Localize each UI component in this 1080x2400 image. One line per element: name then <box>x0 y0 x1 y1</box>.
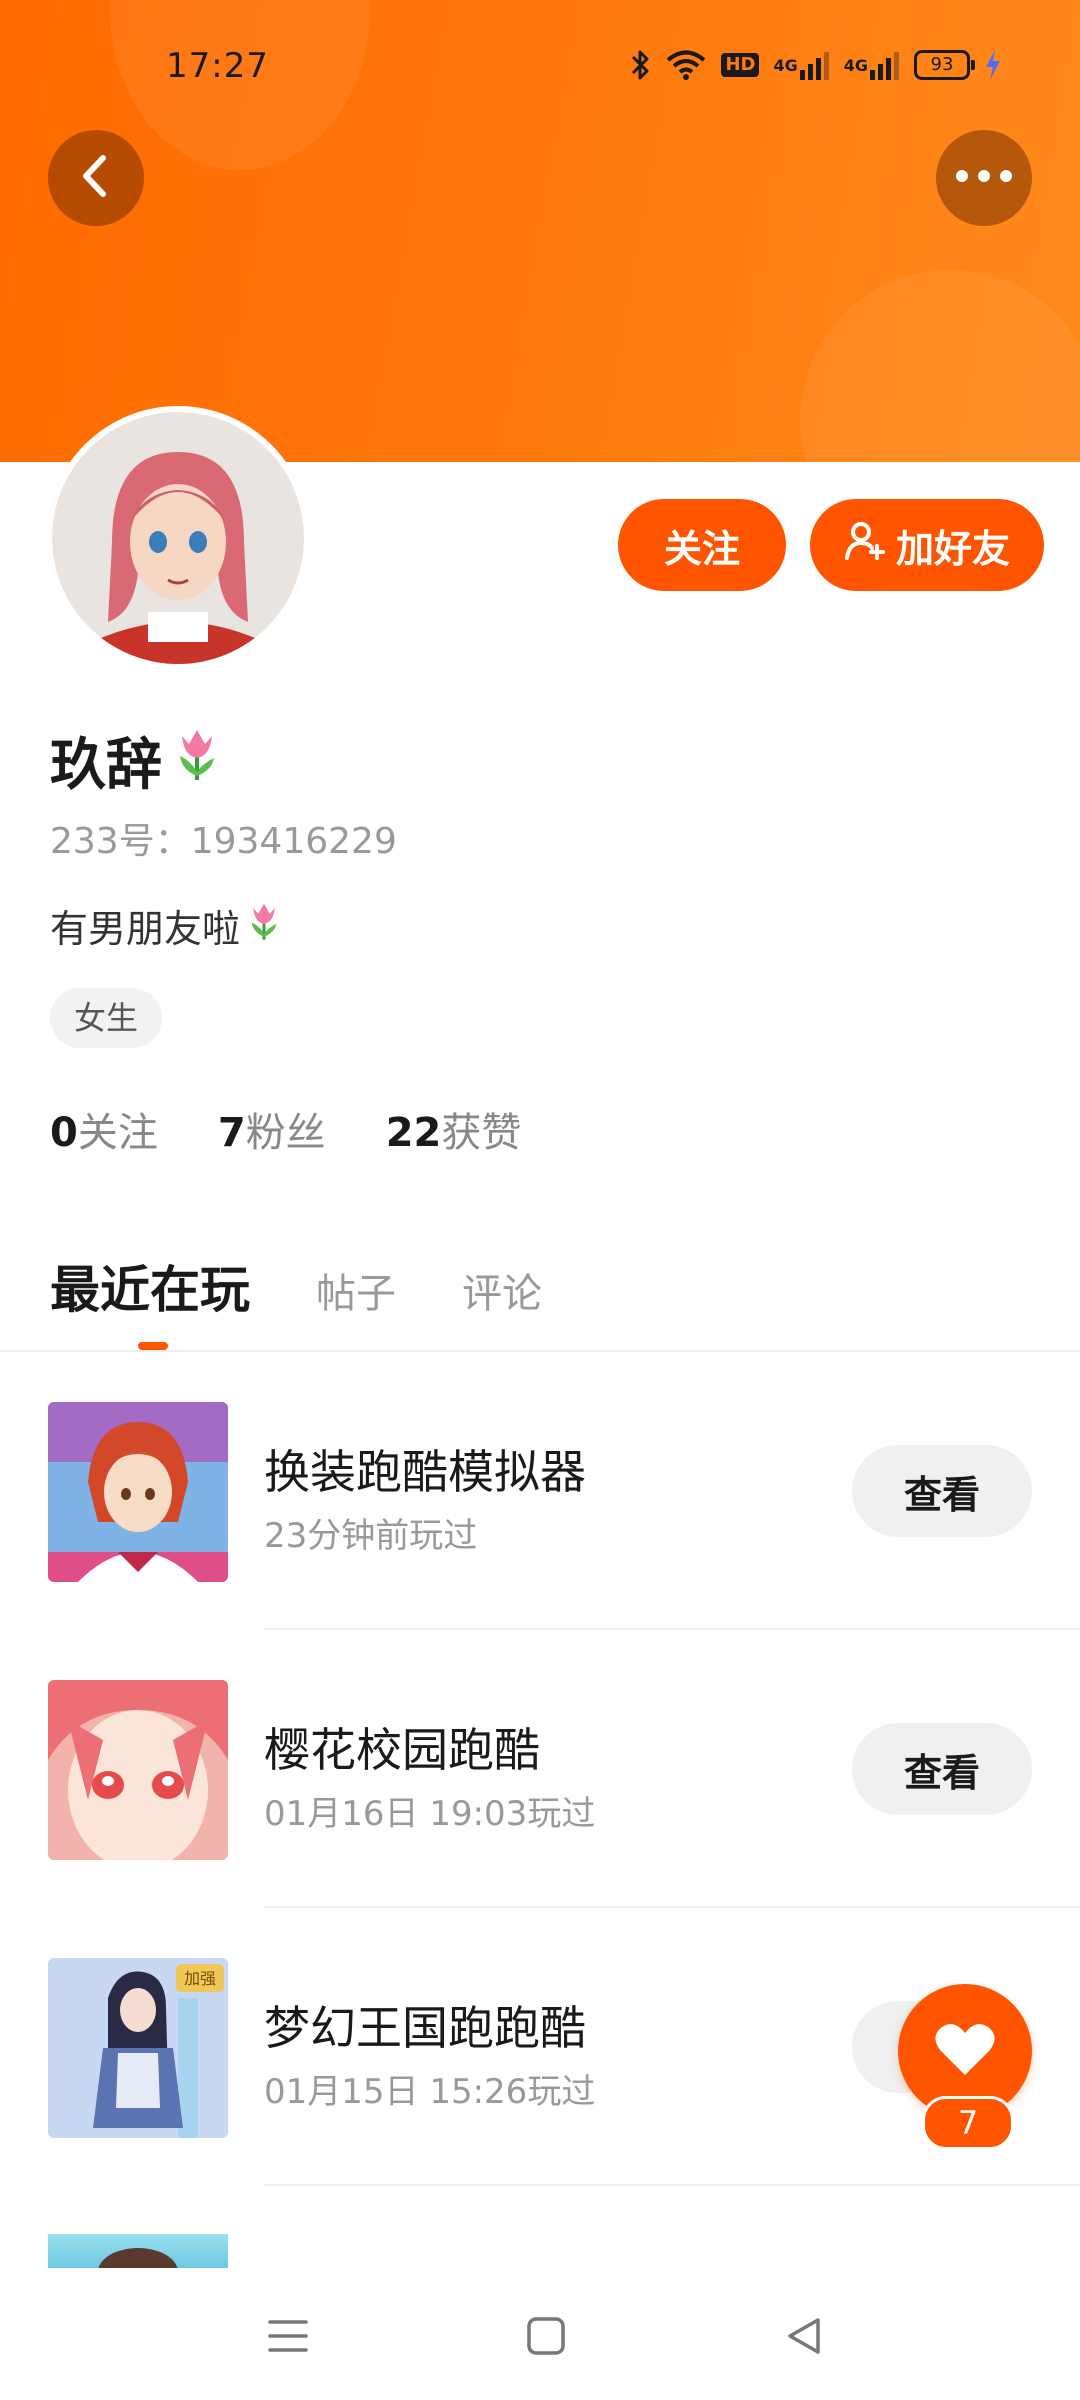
stat-fans-count: 7 <box>217 1110 246 1156</box>
status-icons: HD 4G 4G 93 <box>629 48 1002 82</box>
game-thumbnail <box>48 1402 228 1582</box>
status-time: 17:27 <box>166 46 269 86</box>
add-user-icon <box>844 520 886 571</box>
charging-icon <box>984 49 1002 81</box>
game-thumbnail <box>48 1680 228 1860</box>
stat-fans-label: 粉丝 <box>245 1110 326 1156</box>
signal-sim1-icon: 4G <box>773 50 829 80</box>
stat-following-label: 关注 <box>77 1110 158 1156</box>
game-thumbnail: 加强 <box>48 1958 228 2138</box>
signal-sim2-icon: 4G <box>844 50 900 80</box>
username: 玖辞 <box>50 720 222 801</box>
bio: 有男朋友啦 <box>50 898 282 953</box>
chevron-left-icon <box>76 152 116 204</box>
profile-tabs: 最近在玩 帖子 评论 <box>50 1250 542 1322</box>
tab-recently-played[interactable]: 最近在玩 <box>50 1250 250 1322</box>
heart-icon <box>934 2021 996 2081</box>
home-nav-button[interactable] <box>516 2308 576 2368</box>
view-button[interactable]: 查看 <box>852 1445 1032 1537</box>
more-options-button[interactable] <box>936 130 1032 226</box>
stat-fans[interactable]: 7粉丝 <box>218 1100 326 1158</box>
status-bar: 17:27 HD 4G 4G 93 <box>0 0 1080 136</box>
svg-text:加强: 加强 <box>184 1969 216 1988</box>
add-friend-button[interactable]: 加好友 <box>810 499 1044 591</box>
tulip-icon <box>246 899 282 952</box>
stat-likes-label: 获赞 <box>441 1110 522 1156</box>
more-dots-icon <box>954 168 1014 188</box>
list-item[interactable]: 樱花校园跑酷 01月16日 19:03玩过 查看 <box>0 1630 1080 1908</box>
list-divider <box>264 2184 1080 2186</box>
avatar[interactable] <box>52 412 304 664</box>
game-last-played: 01月16日 19:03玩过 <box>264 1794 596 1834</box>
battery-indicator: 93 <box>914 50 975 80</box>
game-title: 梦幻王国跑跑酷 <box>264 2001 586 2055</box>
like-count-badge: 7 <box>922 2096 1014 2150</box>
game-thumbnail-partial <box>48 2234 228 2268</box>
profile-stats: 0关注 7粉丝 22获赞 <box>50 1100 521 1158</box>
menu-nav-button[interactable] <box>258 2308 318 2368</box>
home-square-icon <box>526 2316 566 2360</box>
menu-icon <box>268 2318 308 2358</box>
hd-badge: HD <box>721 53 760 77</box>
stat-likes-count: 22 <box>385 1110 442 1156</box>
game-title: 换装跑酷模拟器 <box>264 1445 586 1499</box>
back-button[interactable] <box>48 130 144 226</box>
game-last-played: 23分钟前玩过 <box>264 1516 478 1556</box>
tab-posts[interactable]: 帖子 <box>316 1261 396 1319</box>
follow-button[interactable]: 关注 <box>618 499 786 591</box>
stat-following-count: 0 <box>50 1110 78 1156</box>
add-friend-button-label: 加好友 <box>895 526 1010 571</box>
avatar-image <box>52 412 304 664</box>
active-tab-indicator <box>138 1342 168 1350</box>
system-navigation-bar <box>0 2268 1080 2400</box>
tab-comments[interactable]: 评论 <box>462 1261 542 1319</box>
back-triangle-icon <box>784 2316 824 2360</box>
username-text: 玖辞 <box>50 733 162 798</box>
game-last-played: 01月15日 15:26玩过 <box>264 2072 596 2112</box>
bio-text: 有男朋友啦 <box>50 907 241 951</box>
wifi-icon <box>665 49 707 81</box>
back-nav-button[interactable] <box>774 2308 834 2368</box>
game-title: 樱花校园跑酷 <box>264 1723 540 1777</box>
stat-likes[interactable]: 22获赞 <box>386 1100 522 1158</box>
bluetooth-icon <box>629 48 651 82</box>
tulip-icon <box>172 726 222 796</box>
user-id: 233号：193416229 <box>50 821 397 862</box>
follow-button-label: 关注 <box>663 526 740 571</box>
view-button[interactable]: 查看 <box>852 1723 1032 1815</box>
stat-following[interactable]: 0关注 <box>50 1100 158 1158</box>
gender-tag: 女生 <box>50 988 163 1048</box>
list-item[interactable]: 换装跑酷模拟器 23分钟前玩过 查看 <box>0 1352 1080 1630</box>
